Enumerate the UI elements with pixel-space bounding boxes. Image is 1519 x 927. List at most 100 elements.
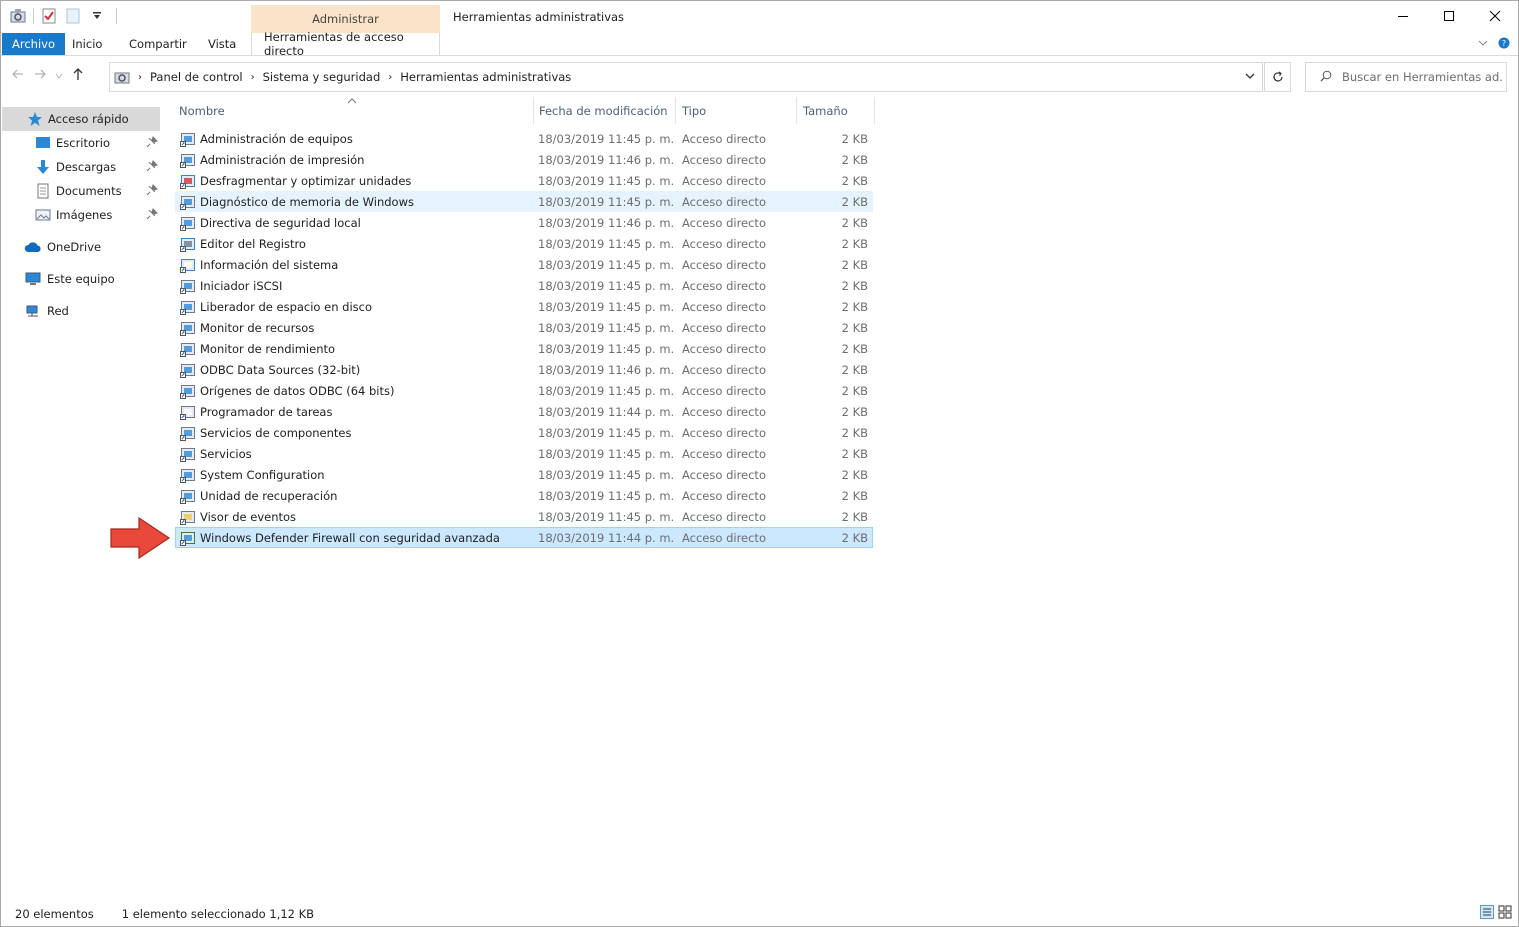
file-row[interactable]: Programador de tareas 18/03/2019 11:44 p.… [175, 401, 873, 422]
column-header-tipo[interactable]: Tipo [675, 97, 795, 124]
tab-compartir[interactable]: Compartir [117, 33, 199, 55]
properties-icon[interactable] [40, 7, 58, 25]
address-bar[interactable]: › Panel de control › Sistema y seguridad… [109, 62, 1263, 92]
refresh-button[interactable] [1264, 62, 1291, 92]
file-row[interactable]: Iniciador iSCSI 18/03/2019 11:45 p. m. Acc… [175, 275, 873, 296]
file-size: 2 KB [841, 468, 868, 482]
file-date: 18/03/2019 11:45 p. m. [538, 447, 675, 461]
quick-access-toolbar [9, 7, 117, 25]
tab-herramientas-acceso-directo[interactable]: Herramientas de acceso directo [251, 30, 440, 58]
sidebar-item-label: Escritorio [56, 136, 111, 150]
file-row[interactable]: Diagnóstico de memoria de Windows 18/03/2… [175, 191, 873, 212]
file-type: Acceso directo [682, 468, 766, 482]
pin-icon[interactable] [146, 208, 158, 223]
red-arrow-annotation-icon [110, 516, 171, 560]
minimize-button[interactable] [1380, 1, 1426, 31]
file-row[interactable]: Administración de equipos 18/03/2019 11:4… [175, 128, 873, 149]
event-viewer-icon [180, 511, 195, 525]
file-row[interactable]: Orígenes de datos ODBC (64 bits) 18/03/20… [175, 380, 873, 401]
sidebar-item-acceso-rapido[interactable]: Acceso rápido [2, 107, 160, 131]
sidebar-item-este-equipo[interactable]: Este equipo [2, 267, 160, 291]
sidebar-item-onedrive[interactable]: OneDrive [2, 235, 160, 259]
file-date: 18/03/2019 11:46 p. m. [538, 153, 675, 167]
search-box[interactable] [1305, 62, 1507, 92]
column-header-nombre[interactable]: Nombre [179, 97, 531, 124]
sidebar-item-escritorio[interactable]: Escritorio [2, 131, 160, 155]
desktop-icon [34, 134, 52, 152]
maximize-button[interactable] [1426, 1, 1472, 31]
file-row[interactable]: Monitor de recursos 18/03/2019 11:45 p. m… [175, 317, 873, 338]
pin-icon[interactable] [146, 160, 158, 175]
breadcrumb-separator-icon[interactable]: › [388, 72, 392, 83]
tab-vista[interactable]: Vista [196, 33, 248, 55]
control-panel-icon [114, 69, 130, 85]
file-size: 2 KB [841, 237, 868, 251]
file-rows: Administración de equipos 18/03/2019 11:4… [175, 128, 873, 548]
file-row[interactable]: Windows Defender Firewall con seguridad … [175, 527, 873, 548]
file-size: 2 KB [841, 426, 868, 440]
sidebar-item-red[interactable]: Red [2, 299, 160, 323]
file-row[interactable]: Información del sistema 18/03/2019 11:45 … [175, 254, 873, 275]
file-row[interactable]: Liberador de espacio en disco 18/03/2019 … [175, 296, 873, 317]
file-row[interactable]: Directiva de seguridad local 18/03/2019 1… [175, 212, 873, 233]
file-type: Acceso directo [682, 405, 766, 419]
file-date: 18/03/2019 11:45 p. m. [538, 237, 675, 251]
customize-qat-icon[interactable] [88, 7, 106, 25]
security-policy-icon [180, 217, 195, 231]
svg-text:?: ? [1502, 39, 1506, 48]
sidebar-item-documents[interactable]: Documents [2, 179, 160, 203]
file-name: Diagnóstico de memoria de Windows [200, 195, 414, 209]
ribbon-tabs: Archivo Inicio Compartir Vista Herramien… [1, 30, 1518, 58]
pin-icon[interactable] [146, 184, 158, 199]
file-type: Acceso directo [682, 279, 766, 293]
file-date: 18/03/2019 11:45 p. m. [538, 258, 675, 272]
address-dropdown-icon[interactable] [1244, 70, 1256, 85]
forward-arrow-icon[interactable] [33, 67, 47, 84]
breadcrumb-herramientas-administrativas[interactable]: Herramientas administrativas [400, 70, 571, 84]
sidebar-item-imagenes[interactable]: Imágenes [2, 203, 160, 227]
file-type: Acceso directo [682, 384, 766, 398]
file-type: Acceso directo [682, 174, 766, 188]
column-header-tamano[interactable]: Tamaño [796, 97, 874, 124]
up-arrow-icon[interactable] [71, 67, 85, 84]
search-input[interactable] [1342, 70, 1502, 84]
file-row[interactable]: Visor de eventos 18/03/2019 11:45 p. m. Ac… [175, 506, 873, 527]
tab-inicio[interactable]: Inicio [60, 33, 114, 55]
file-row[interactable]: Unidad de recuperación 18/03/2019 11:45 p… [175, 485, 873, 506]
file-row[interactable]: ODBC Data Sources (32-bit) 18/03/2019 11:… [175, 359, 873, 380]
breadcrumb-sistema-y-seguridad[interactable]: Sistema y seguridad [263, 70, 381, 84]
disk-cleanup-icon [180, 301, 195, 315]
details-view-icon[interactable] [1480, 905, 1494, 922]
file-row[interactable]: Monitor de rendimiento 18/03/2019 11:45 p… [175, 338, 873, 359]
file-row[interactable]: Desfragmentar y optimizar unidades 18/03/… [175, 170, 873, 191]
file-name: Windows Defender Firewall con seguridad … [200, 531, 500, 545]
close-button[interactable] [1472, 1, 1518, 31]
tab-archivo[interactable]: Archivo [2, 33, 65, 55]
expand-ribbon-icon[interactable] [1478, 37, 1488, 52]
file-size: 2 KB [841, 132, 868, 146]
file-row[interactable]: Editor del Registro 18/03/2019 11:45 p. m… [175, 233, 873, 254]
file-size: 2 KB [841, 321, 868, 335]
breadcrumb-separator-icon[interactable]: › [251, 72, 255, 83]
file-row[interactable]: Servicios de componentes 18/03/2019 11:45… [175, 422, 873, 443]
search-icon [1320, 70, 1332, 85]
computer-icon [24, 270, 42, 288]
back-arrow-icon[interactable] [11, 67, 25, 84]
file-date: 18/03/2019 11:45 p. m. [538, 510, 675, 524]
column-header-fecha[interactable]: Fecha de modificación [533, 97, 673, 124]
new-folder-icon[interactable] [64, 7, 82, 25]
file-row[interactable]: Servicios 18/03/2019 11:45 p. m. Acceso di… [175, 443, 873, 464]
file-type: Acceso directo [682, 258, 766, 272]
breadcrumb-panel-de-control[interactable]: Panel de control [150, 70, 243, 84]
file-type: Acceso directo [682, 237, 766, 251]
sidebar-item-descargas[interactable]: Descargas [2, 155, 160, 179]
file-explorer-window: Administrar Herramientas administrativas… [0, 0, 1519, 927]
file-row[interactable]: Administración de impresión 18/03/2019 11… [175, 149, 873, 170]
file-name: Liberador de espacio en disco [200, 300, 372, 314]
file-row[interactable]: System Configuration 18/03/2019 11:45 p. … [175, 464, 873, 485]
large-icons-view-icon[interactable] [1498, 905, 1512, 922]
breadcrumb-separator-icon[interactable]: › [138, 72, 142, 83]
recent-locations-icon[interactable] [55, 69, 63, 83]
pin-icon[interactable] [146, 136, 158, 151]
help-icon[interactable]: ? [1498, 37, 1510, 52]
